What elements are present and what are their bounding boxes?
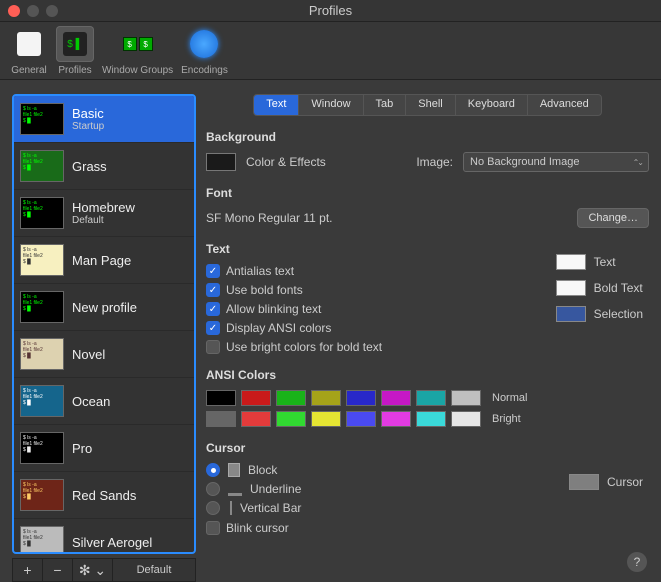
profile-item-ocean[interactable]: $ ls -afile1 file2$ █Ocean <box>14 378 194 425</box>
background-image-popup[interactable]: No Background Image <box>463 152 649 172</box>
tab-keyboard[interactable]: Keyboard <box>456 95 528 115</box>
ansi-normal-5[interactable] <box>381 390 411 406</box>
add-profile-button[interactable]: + <box>13 559 43 581</box>
cursor-radio-underline[interactable] <box>206 482 220 496</box>
ansi-normal-1[interactable] <box>241 390 271 406</box>
text-check-2[interactable]: ✓ <box>206 302 220 316</box>
selection-color-well[interactable] <box>556 306 586 322</box>
color-effects-label: Color & Effects <box>246 155 326 169</box>
set-default-button[interactable]: Default <box>113 559 195 581</box>
minimize-window[interactable] <box>27 5 39 17</box>
toolbar-window-groups[interactable]: $$ Window Groups <box>102 26 173 79</box>
profile-thumbnail: $ ls -afile1 file2$ █ <box>20 432 64 464</box>
titlebar: Profiles <box>0 0 661 22</box>
profile-item-grass[interactable]: $ ls -afile1 file2$ █Grass <box>14 143 194 190</box>
text-check-4[interactable] <box>206 340 220 354</box>
tab-advanced[interactable]: Advanced <box>528 95 601 115</box>
ansi-section: ANSI Colors NormalBright <box>206 368 649 427</box>
font-section: Font SF Mono Regular 11 pt. Change… <box>206 186 649 228</box>
sidebar-bottom-bar: + − ✻ ⌄ Default <box>12 558 196 582</box>
bold-text-color-well[interactable] <box>556 280 586 296</box>
traffic-lights <box>8 5 58 17</box>
close-window[interactable] <box>8 5 20 17</box>
profile-thumbnail: $ ls -afile1 file2$ █ <box>20 479 64 511</box>
text-check-0[interactable]: ✓ <box>206 264 220 278</box>
cursor-radio-bar[interactable] <box>206 501 220 515</box>
profile-item-new-profile[interactable]: $ ls -afile1 file2$ █New profile <box>14 284 194 331</box>
profile-item-man-page[interactable]: $ ls -afile1 file2$ █Man Page <box>14 237 194 284</box>
general-icon <box>17 32 41 56</box>
text-samples: Text Bold Text Selection <box>556 254 643 322</box>
text-color-well[interactable] <box>556 254 586 270</box>
ansi-bright-6[interactable] <box>416 411 446 427</box>
ansi-bright-0[interactable] <box>206 411 236 427</box>
tab-shell[interactable]: Shell <box>406 95 455 115</box>
profile-thumbnail: $ ls -afile1 file2$ █ <box>20 526 64 554</box>
ansi-bright-3[interactable] <box>311 411 341 427</box>
window-groups-icon: $$ <box>123 37 153 51</box>
text-check-1[interactable]: ✓ <box>206 283 220 297</box>
toolbar-general[interactable]: General <box>10 26 48 79</box>
ansi-bright-4[interactable] <box>346 411 376 427</box>
tab-tab[interactable]: Tab <box>364 95 407 115</box>
ansi-normal-3[interactable] <box>311 390 341 406</box>
globe-icon <box>190 30 218 58</box>
change-font-button[interactable]: Change… <box>577 208 649 228</box>
background-color-well[interactable] <box>206 153 236 171</box>
profile-item-pro[interactable]: $ ls -afile1 file2$ █Pro <box>14 425 194 472</box>
profile-item-homebrew[interactable]: $ ls -afile1 file2$ █HomebrewDefault <box>14 190 194 237</box>
cursor-color-well[interactable] <box>569 474 599 490</box>
profile-thumbnail: $ ls -afile1 file2$ █ <box>20 291 64 323</box>
ansi-normal-4[interactable] <box>346 390 376 406</box>
profile-thumbnail: $ ls -afile1 file2$ █ <box>20 150 64 182</box>
ansi-normal-6[interactable] <box>416 390 446 406</box>
profile-thumbnail: $ ls -afile1 file2$ █ <box>20 244 64 276</box>
profiles-icon: $ ▌ <box>63 32 87 56</box>
image-label: Image: <box>416 155 453 169</box>
ansi-bright-5[interactable] <box>381 411 411 427</box>
ansi-normal-7[interactable] <box>451 390 481 406</box>
background-section: Background Color & Effects Image: No Bac… <box>206 130 649 172</box>
profiles-list[interactable]: $ ls -afile1 file2$ █BasicStartup$ ls -a… <box>12 94 196 554</box>
cursor-radio-block[interactable] <box>206 463 220 477</box>
remove-profile-button[interactable]: − <box>43 559 73 581</box>
profile-thumbnail: $ ls -afile1 file2$ █ <box>20 103 64 135</box>
main-pane: TextWindowTabShellKeyboardAdvanced Backg… <box>206 94 649 582</box>
font-description: SF Mono Regular 11 pt. <box>206 211 333 225</box>
text-check-3[interactable]: ✓ <box>206 321 220 335</box>
ansi-bright-2[interactable] <box>276 411 306 427</box>
profiles-sidebar: $ ls -afile1 file2$ █BasicStartup$ ls -a… <box>12 94 196 582</box>
profile-thumbnail: $ ls -afile1 file2$ █ <box>20 385 64 417</box>
ansi-normal-2[interactable] <box>276 390 306 406</box>
profile-item-red-sands[interactable]: $ ls -afile1 file2$ █Red Sands <box>14 472 194 519</box>
profile-actions-menu[interactable]: ✻ ⌄ <box>73 559 113 581</box>
toolbar-encodings[interactable]: Encodings <box>181 26 228 79</box>
blink-cursor-checkbox[interactable] <box>206 521 220 535</box>
profile-item-novel[interactable]: $ ls -afile1 file2$ █Novel <box>14 331 194 378</box>
toolbar-profiles[interactable]: $ ▌ Profiles <box>56 26 94 79</box>
ansi-bright-1[interactable] <box>241 411 271 427</box>
profile-thumbnail: $ ls -afile1 file2$ █ <box>20 338 64 370</box>
window-title: Profiles <box>309 3 352 18</box>
profile-thumbnail: $ ls -afile1 file2$ █ <box>20 197 64 229</box>
ansi-bright-7[interactable] <box>451 411 481 427</box>
tab-window[interactable]: Window <box>299 95 363 115</box>
profile-item-basic[interactable]: $ ls -afile1 file2$ █BasicStartup <box>14 96 194 143</box>
toolbar: General $ ▌ Profiles $$ Window Groups En… <box>0 22 661 80</box>
zoom-window[interactable] <box>46 5 58 17</box>
profile-item-silver-aerogel[interactable]: $ ls -afile1 file2$ █Silver Aerogel <box>14 519 194 554</box>
tab-bar: TextWindowTabShellKeyboardAdvanced <box>206 94 649 116</box>
tab-text[interactable]: Text <box>254 95 299 115</box>
ansi-normal-0[interactable] <box>206 390 236 406</box>
help-button[interactable]: ? <box>627 552 647 572</box>
blink-cursor-label: Blink cursor <box>226 521 289 535</box>
